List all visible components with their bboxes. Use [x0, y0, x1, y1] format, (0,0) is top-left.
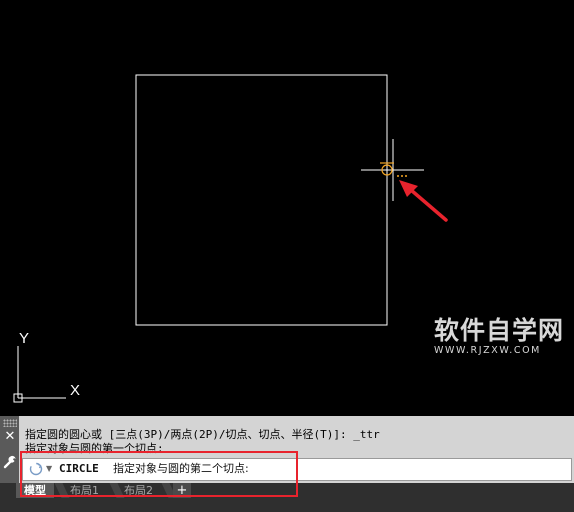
command-history-line-2: 指定对象与圆的第一个切点:: [25, 442, 164, 455]
chevron-down-icon[interactable]: ▼: [46, 462, 52, 476]
layout-tab-bar: 模型 布局1 布局2 +: [0, 483, 574, 512]
ucs-icon: [13, 346, 66, 403]
annotation-arrow: [399, 180, 448, 222]
tab-model[interactable]: 模型: [16, 483, 54, 498]
add-layout-button[interactable]: +: [173, 483, 191, 498]
watermark: 软件自学网 WWW.RJZXW.COM: [434, 317, 574, 357]
ucs-y-label: Y: [19, 330, 29, 347]
grip-icon[interactable]: [3, 419, 17, 427]
snap-ellipsis-icon: [397, 175, 407, 177]
square-object[interactable]: [135, 74, 388, 326]
close-icon[interactable]: ✕: [3, 430, 17, 444]
command-name: CIRCLE: [59, 462, 99, 475]
ucs-x-label: X: [70, 382, 80, 399]
tab-layout1[interactable]: 布局1: [62, 483, 107, 498]
command-prompt-icon[interactable]: [29, 462, 43, 476]
watermark-text: 软件自学网: [434, 316, 565, 345]
command-prompt-text: 指定对象与圆的第二个切点:: [113, 462, 249, 475]
tab-layout2[interactable]: 布局2: [116, 483, 161, 498]
drawing-canvas[interactable]: Y X 软件自学网 WWW.RJZXW.COM: [0, 0, 574, 416]
wrench-icon[interactable]: [3, 453, 17, 469]
command-side-bar: ✕: [0, 416, 19, 483]
command-input[interactable]: ▼ CIRCLE 指定对象与圆的第二个切点:: [22, 458, 572, 481]
watermark-url: WWW.RJZXW.COM: [434, 345, 541, 356]
command-history-line-1: 指定圆的圆心或 [三点(3P)/两点(2P)/切点、切点、半径(T)]: _tt…: [25, 428, 380, 441]
